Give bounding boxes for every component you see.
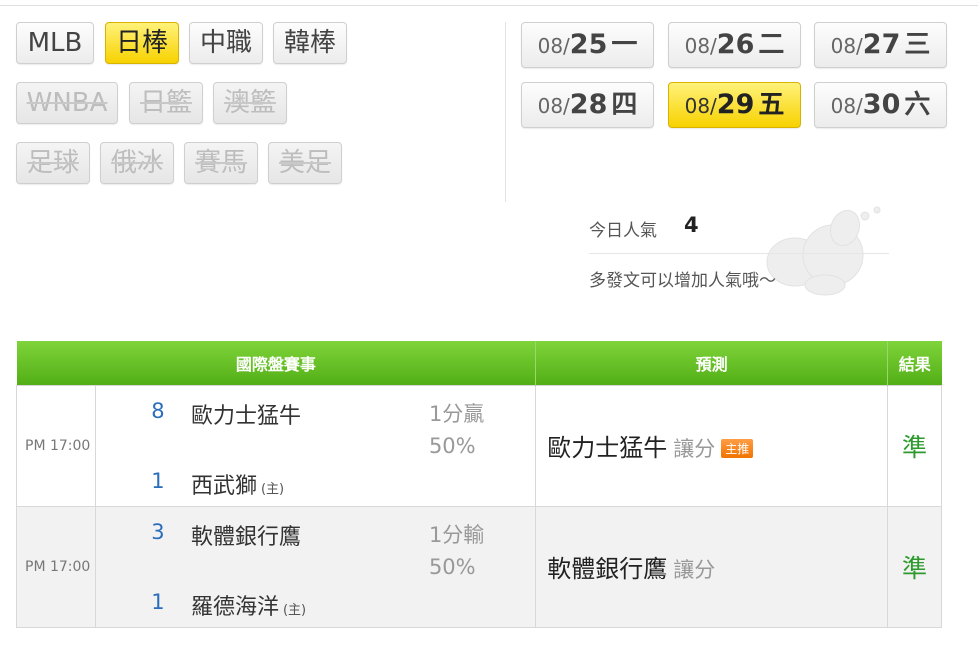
popularity-tip: 多發文可以增加人氣哦～ <box>589 271 776 291</box>
date-month: 08/ <box>684 34 717 58</box>
home-team: 西武獅 (主) <box>191 468 284 500</box>
sport-tab-label: MLB <box>27 28 83 58</box>
date-month: 08/ <box>830 34 863 58</box>
match-cell: 3 軟體銀行鷹 1分輸 50% 1 羅德海洋 (主) <box>94 505 537 628</box>
date-weekday: 一 <box>611 30 638 60</box>
date-day: 28 <box>569 89 608 120</box>
prediction-cell: 軟體銀行鷹 讓分 <box>535 505 889 628</box>
date-button-0825[interactable]: 08/25 一 <box>521 22 654 68</box>
home-marker: (主) <box>260 481 285 497</box>
game-time: PM 17:00 <box>16 384 96 507</box>
date-weekday: 六 <box>904 90 931 120</box>
sport-tab-npb[interactable]: 日棒 <box>105 22 179 64</box>
sport-tab-horse-racing: 賽馬 <box>184 142 258 184</box>
sport-tab-soccer: 足球 <box>16 142 90 184</box>
popularity-divider <box>589 253 889 254</box>
featured-pick-badge: 主推 <box>721 439 754 458</box>
away-score: 3 <box>151 519 165 544</box>
date-weekday: 二 <box>758 30 785 60</box>
home-score: 1 <box>151 468 165 493</box>
date-weekday: 五 <box>758 90 785 120</box>
sport-tab-mlb[interactable]: MLB <box>16 22 94 64</box>
date-button-0829[interactable]: 08/29 五 <box>668 82 801 128</box>
date-weekday: 四 <box>611 90 638 120</box>
sport-tab-american-football: 美足 <box>268 142 342 184</box>
home-team: 羅德海洋 (主) <box>191 589 306 621</box>
sport-tab-japan-basketball: 日籃 <box>129 82 203 124</box>
away-team: 軟體銀行鷹 <box>191 519 301 551</box>
handicap-line: 1分輸 <box>428 522 485 547</box>
date-month: 08/ <box>830 94 863 118</box>
date-day: 29 <box>716 89 755 120</box>
sport-tab-russia-hockey: 俄冰 <box>100 142 174 184</box>
sport-tab-label: 澳籃 <box>223 88 276 118</box>
date-button-0827[interactable]: 08/27 三 <box>814 22 947 68</box>
team-name: 軟體銀行鷹 <box>190 524 301 550</box>
table-row[interactable]: PM 17:00 8 歐力士猛牛 1分贏 50% 1 西武獅 (主) 歐力士猛牛讓… <box>16 384 942 507</box>
header-prediction: 預測 <box>535 341 889 385</box>
date-button-0830[interactable]: 08/30 六 <box>814 82 947 128</box>
section-divider <box>505 22 506 202</box>
prediction-cell: 歐力士猛牛 讓分 主推 <box>535 384 889 507</box>
home-marker: (主) <box>282 602 307 618</box>
result-cell: 準 <box>887 505 942 628</box>
date-day: 30 <box>862 89 901 120</box>
prediction-type: 讓分 <box>673 558 716 582</box>
sport-tab-label: WNBA <box>26 88 108 118</box>
prediction-type: 讓分 <box>673 437 716 461</box>
sport-tab-cpbl[interactable]: 中職 <box>189 22 263 64</box>
sport-tab-label: 足球 <box>26 148 79 178</box>
date-month: 08/ <box>537 34 570 58</box>
prediction-team: 歐力士猛牛 <box>547 434 668 462</box>
popularity-value: 4 <box>684 213 699 237</box>
prediction-team: 軟體銀行鷹 <box>547 555 668 583</box>
sport-tab-label: 賽馬 <box>194 148 247 178</box>
sport-tab-label: 日籃 <box>139 88 192 118</box>
panel-top-border <box>0 0 978 6</box>
sport-tab-wnba: WNBA <box>16 82 118 124</box>
games-table: 國際盤賽事 預測 結果 PM 17:00 8 歐力士猛牛 1分贏 50% 1 西… <box>16 341 942 628</box>
result-cell: 準 <box>887 384 942 507</box>
date-month: 08/ <box>537 94 570 118</box>
sport-tab-label: 日棒 <box>115 28 168 58</box>
team-name: 歐力士猛牛 <box>190 403 301 429</box>
sport-tab-kbo[interactable]: 韓棒 <box>273 22 347 64</box>
sport-tab-label: 中職 <box>199 28 252 58</box>
sport-tab-australia-basketball: 澳籃 <box>213 82 287 124</box>
sport-tab-label: 韓棒 <box>283 28 336 58</box>
date-day: 25 <box>569 29 608 60</box>
table-row[interactable]: PM 17:00 3 軟體銀行鷹 1分輸 50% 1 羅德海洋 (主) 軟體銀行鷹… <box>16 505 942 628</box>
handicap-line: 1分贏 <box>428 401 485 426</box>
game-time: PM 17:00 <box>16 505 96 628</box>
handicap-percent: 50% <box>428 554 476 579</box>
date-weekday: 三 <box>904 30 931 60</box>
away-score: 8 <box>151 398 165 423</box>
date-month: 08/ <box>684 94 717 118</box>
match-cell: 8 歐力士猛牛 1分贏 50% 1 西武獅 (主) <box>94 384 537 507</box>
date-button-0826[interactable]: 08/26 二 <box>668 22 801 68</box>
date-day: 27 <box>862 29 901 60</box>
handicap-percent: 50% <box>428 433 476 458</box>
team-name: 西武獅 <box>190 473 257 499</box>
date-day: 26 <box>716 29 755 60</box>
header-games: 國際盤賽事 <box>16 341 537 385</box>
sport-tab-label: 美足 <box>278 148 331 178</box>
team-name: 羅德海洋 <box>190 594 279 620</box>
table-header-row: 國際盤賽事 預測 結果 <box>16 341 942 385</box>
header-result: 結果 <box>887 341 942 385</box>
home-score: 1 <box>151 589 165 614</box>
popularity-label: 今日人氣 <box>589 221 657 241</box>
sport-tab-label: 俄冰 <box>110 148 163 178</box>
away-team: 歐力士猛牛 <box>191 398 301 430</box>
date-button-0828[interactable]: 08/28 四 <box>521 82 654 128</box>
